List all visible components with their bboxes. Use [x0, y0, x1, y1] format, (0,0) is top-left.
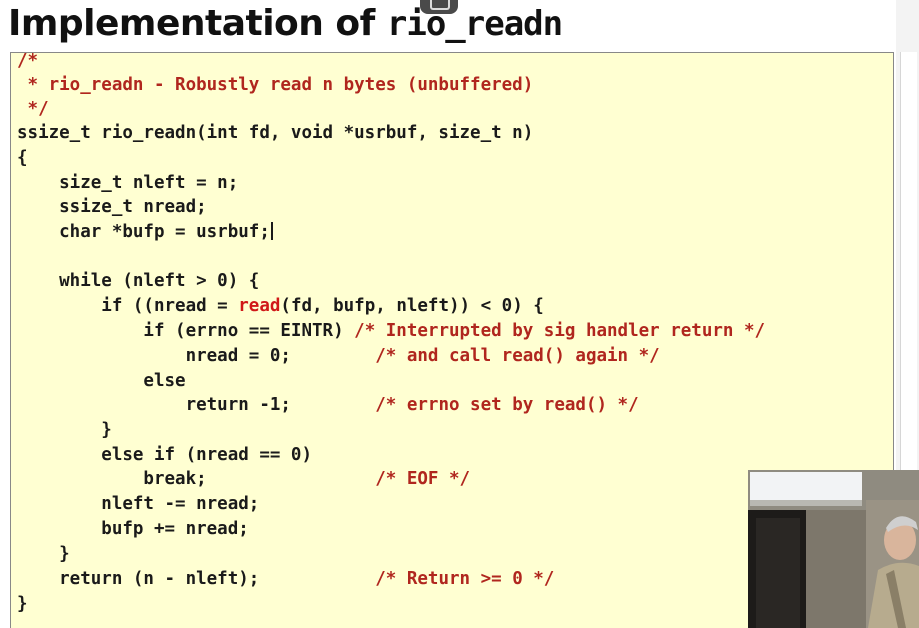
code-line: return (n - nleft); /* Return >= 0 */	[17, 567, 554, 591]
code-text: nleft -= nread;	[17, 494, 260, 514]
code-line: bufp += nread;	[17, 517, 249, 541]
code-comment: /* and call read() again */	[375, 346, 660, 366]
code-comment: /* Interrupted by sig handler return */	[354, 321, 766, 341]
code-text: ssize_t nread;	[17, 197, 207, 217]
code-line: if (errno == EINTR) /* Interrupted by si…	[17, 319, 765, 343]
code-line: if ((nread = read(fd, bufp, nleft)) < 0)…	[17, 294, 544, 318]
code-text: ssize_t rio_readn(int fd, void *usrbuf, …	[17, 123, 534, 143]
code-text: break;	[17, 469, 376, 489]
code-line: return -1; /* errno set by read() */	[17, 393, 639, 417]
code-text: char *bufp = usrbuf;	[17, 222, 270, 242]
slide-title-text: Implementation of	[8, 3, 387, 44]
code-comment: /* EOF */	[375, 469, 471, 489]
code-text: else	[17, 371, 186, 391]
code-text: else if (nread == 0)	[17, 445, 313, 465]
code-line: else if (nread == 0)	[17, 443, 312, 467]
code-line: while (nleft > 0) {	[17, 269, 259, 293]
code-line: {	[17, 146, 28, 170]
code-line: ssize_t rio_readn(int fd, void *usrbuf, …	[17, 121, 533, 145]
code-line: }	[17, 592, 28, 616]
code-text: nread = 0;	[17, 346, 376, 366]
code-comment: /* Return >= 0 */	[375, 569, 555, 589]
code-text: }	[17, 544, 70, 564]
code-text: while (nleft > 0) {	[17, 271, 260, 291]
code-text: return -1;	[17, 395, 376, 415]
code-line: size_t nleft = n;	[17, 171, 238, 195]
code-line: /*	[17, 52, 39, 73]
code-line: nleft -= nread;	[17, 492, 259, 516]
code-highlight: read	[238, 296, 281, 316]
code-comment: /*	[17, 52, 39, 71]
code-line: else	[17, 369, 186, 393]
code-text: }	[17, 420, 112, 440]
code-line: * rio_readn - Robustly read n bytes (unb…	[17, 73, 534, 97]
code-comment: * rio_readn - Robustly read n bytes (unb…	[17, 75, 534, 95]
code-line: }	[17, 418, 112, 442]
code-text: bufp += nread;	[17, 519, 249, 539]
slide-title-code: rio_readn	[386, 4, 563, 44]
code-comment: /* errno set by read() */	[375, 395, 639, 415]
code-line: char *bufp = usrbuf;	[17, 220, 273, 244]
speaker-video-inset	[748, 470, 919, 628]
code-text: if (errno == EINTR)	[17, 321, 355, 341]
code-text: (fd, bufp, nleft)) < 0) {	[280, 296, 544, 316]
text-cursor	[270, 222, 273, 240]
camera-overlay-icon	[420, 0, 458, 14]
slide-title: Implementation of rio_readn	[8, 2, 563, 46]
code-text: return (n - nleft);	[17, 569, 376, 589]
code-comment: */	[17, 99, 49, 119]
code-line: nread = 0; /* and call read() again */	[17, 344, 660, 368]
speaker-video-image	[748, 470, 919, 628]
code-line: */	[17, 97, 49, 121]
code-text: }	[17, 594, 28, 614]
code-line: break; /* EOF */	[17, 467, 470, 491]
code-text: size_t nleft = n;	[17, 173, 239, 193]
code-line: ssize_t nread;	[17, 195, 207, 219]
code-line: }	[17, 542, 70, 566]
code-text: if ((nread =	[17, 296, 239, 316]
code-text: {	[17, 148, 28, 168]
